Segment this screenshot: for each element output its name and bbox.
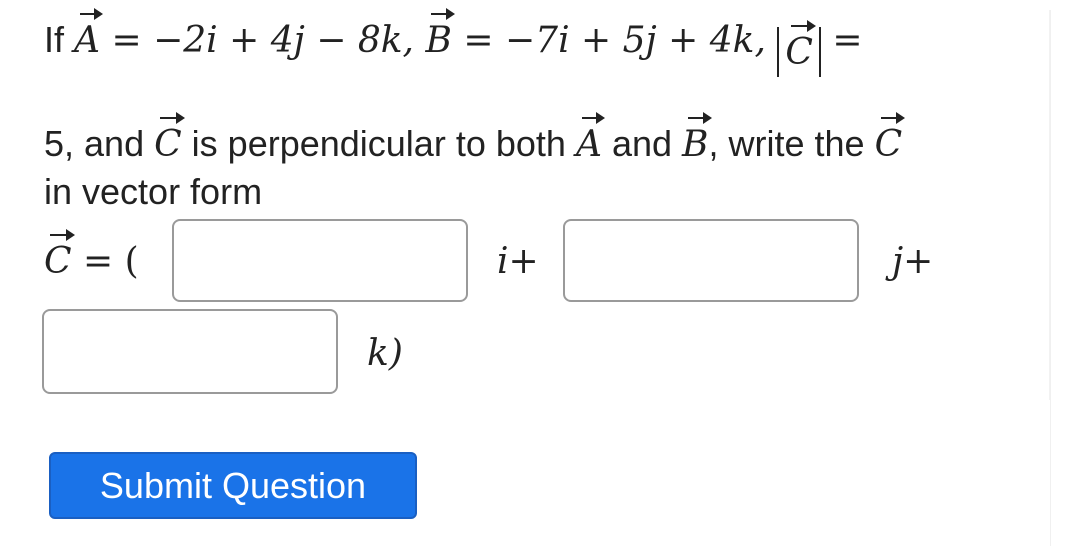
magnitude-c: C [777, 20, 821, 77]
vector-a-symbol: A [74, 8, 104, 61]
question-line-1: If A = −2i + 4j − 8k, B = −7i + 5j + 4k,… [44, 8, 863, 77]
vector-a-expression: A = −2i + 4j − 8k, B = −7i + 5j + 4k, C … [74, 8, 863, 77]
k-suffix: k) [367, 333, 403, 374]
vector-c-symbol: C [154, 112, 185, 165]
k-component-input[interactable] [42, 309, 338, 394]
vector-c-symbol: C [785, 20, 816, 73]
divider [1050, 10, 1051, 546]
line2-text-d: , write the [708, 123, 865, 164]
question-line-2: 5, and C is perpendicular to both A and … [44, 112, 905, 167]
j-suffix: j+ [892, 241, 934, 282]
i-component-input[interactable] [172, 219, 468, 302]
submit-question-button[interactable]: Submit Question [49, 452, 417, 519]
equals-sign: = [832, 20, 863, 61]
line2-text-b: is perpendicular to both [191, 123, 566, 164]
vector-a-components: = −2i + 4j − 8k, [111, 20, 415, 61]
vector-c-symbol: C [874, 112, 905, 165]
line2-text-c: and [611, 123, 673, 164]
i-suffix: i+ [497, 241, 539, 282]
line2-text-a: 5, and [44, 123, 145, 164]
answer-lhs: C = ( [44, 229, 139, 284]
equals-paren: = ( [83, 241, 139, 282]
if-text: If [44, 19, 65, 60]
vector-b-components: = −7i + 5j + 4k, [463, 20, 766, 61]
vector-c-symbol: C [44, 229, 75, 282]
question-line-3: in vector form [44, 171, 263, 212]
vector-b-symbol: B [425, 8, 456, 61]
vector-b-symbol: B [682, 112, 713, 165]
j-component-input[interactable] [563, 219, 859, 302]
vector-a-symbol: A [575, 112, 605, 165]
